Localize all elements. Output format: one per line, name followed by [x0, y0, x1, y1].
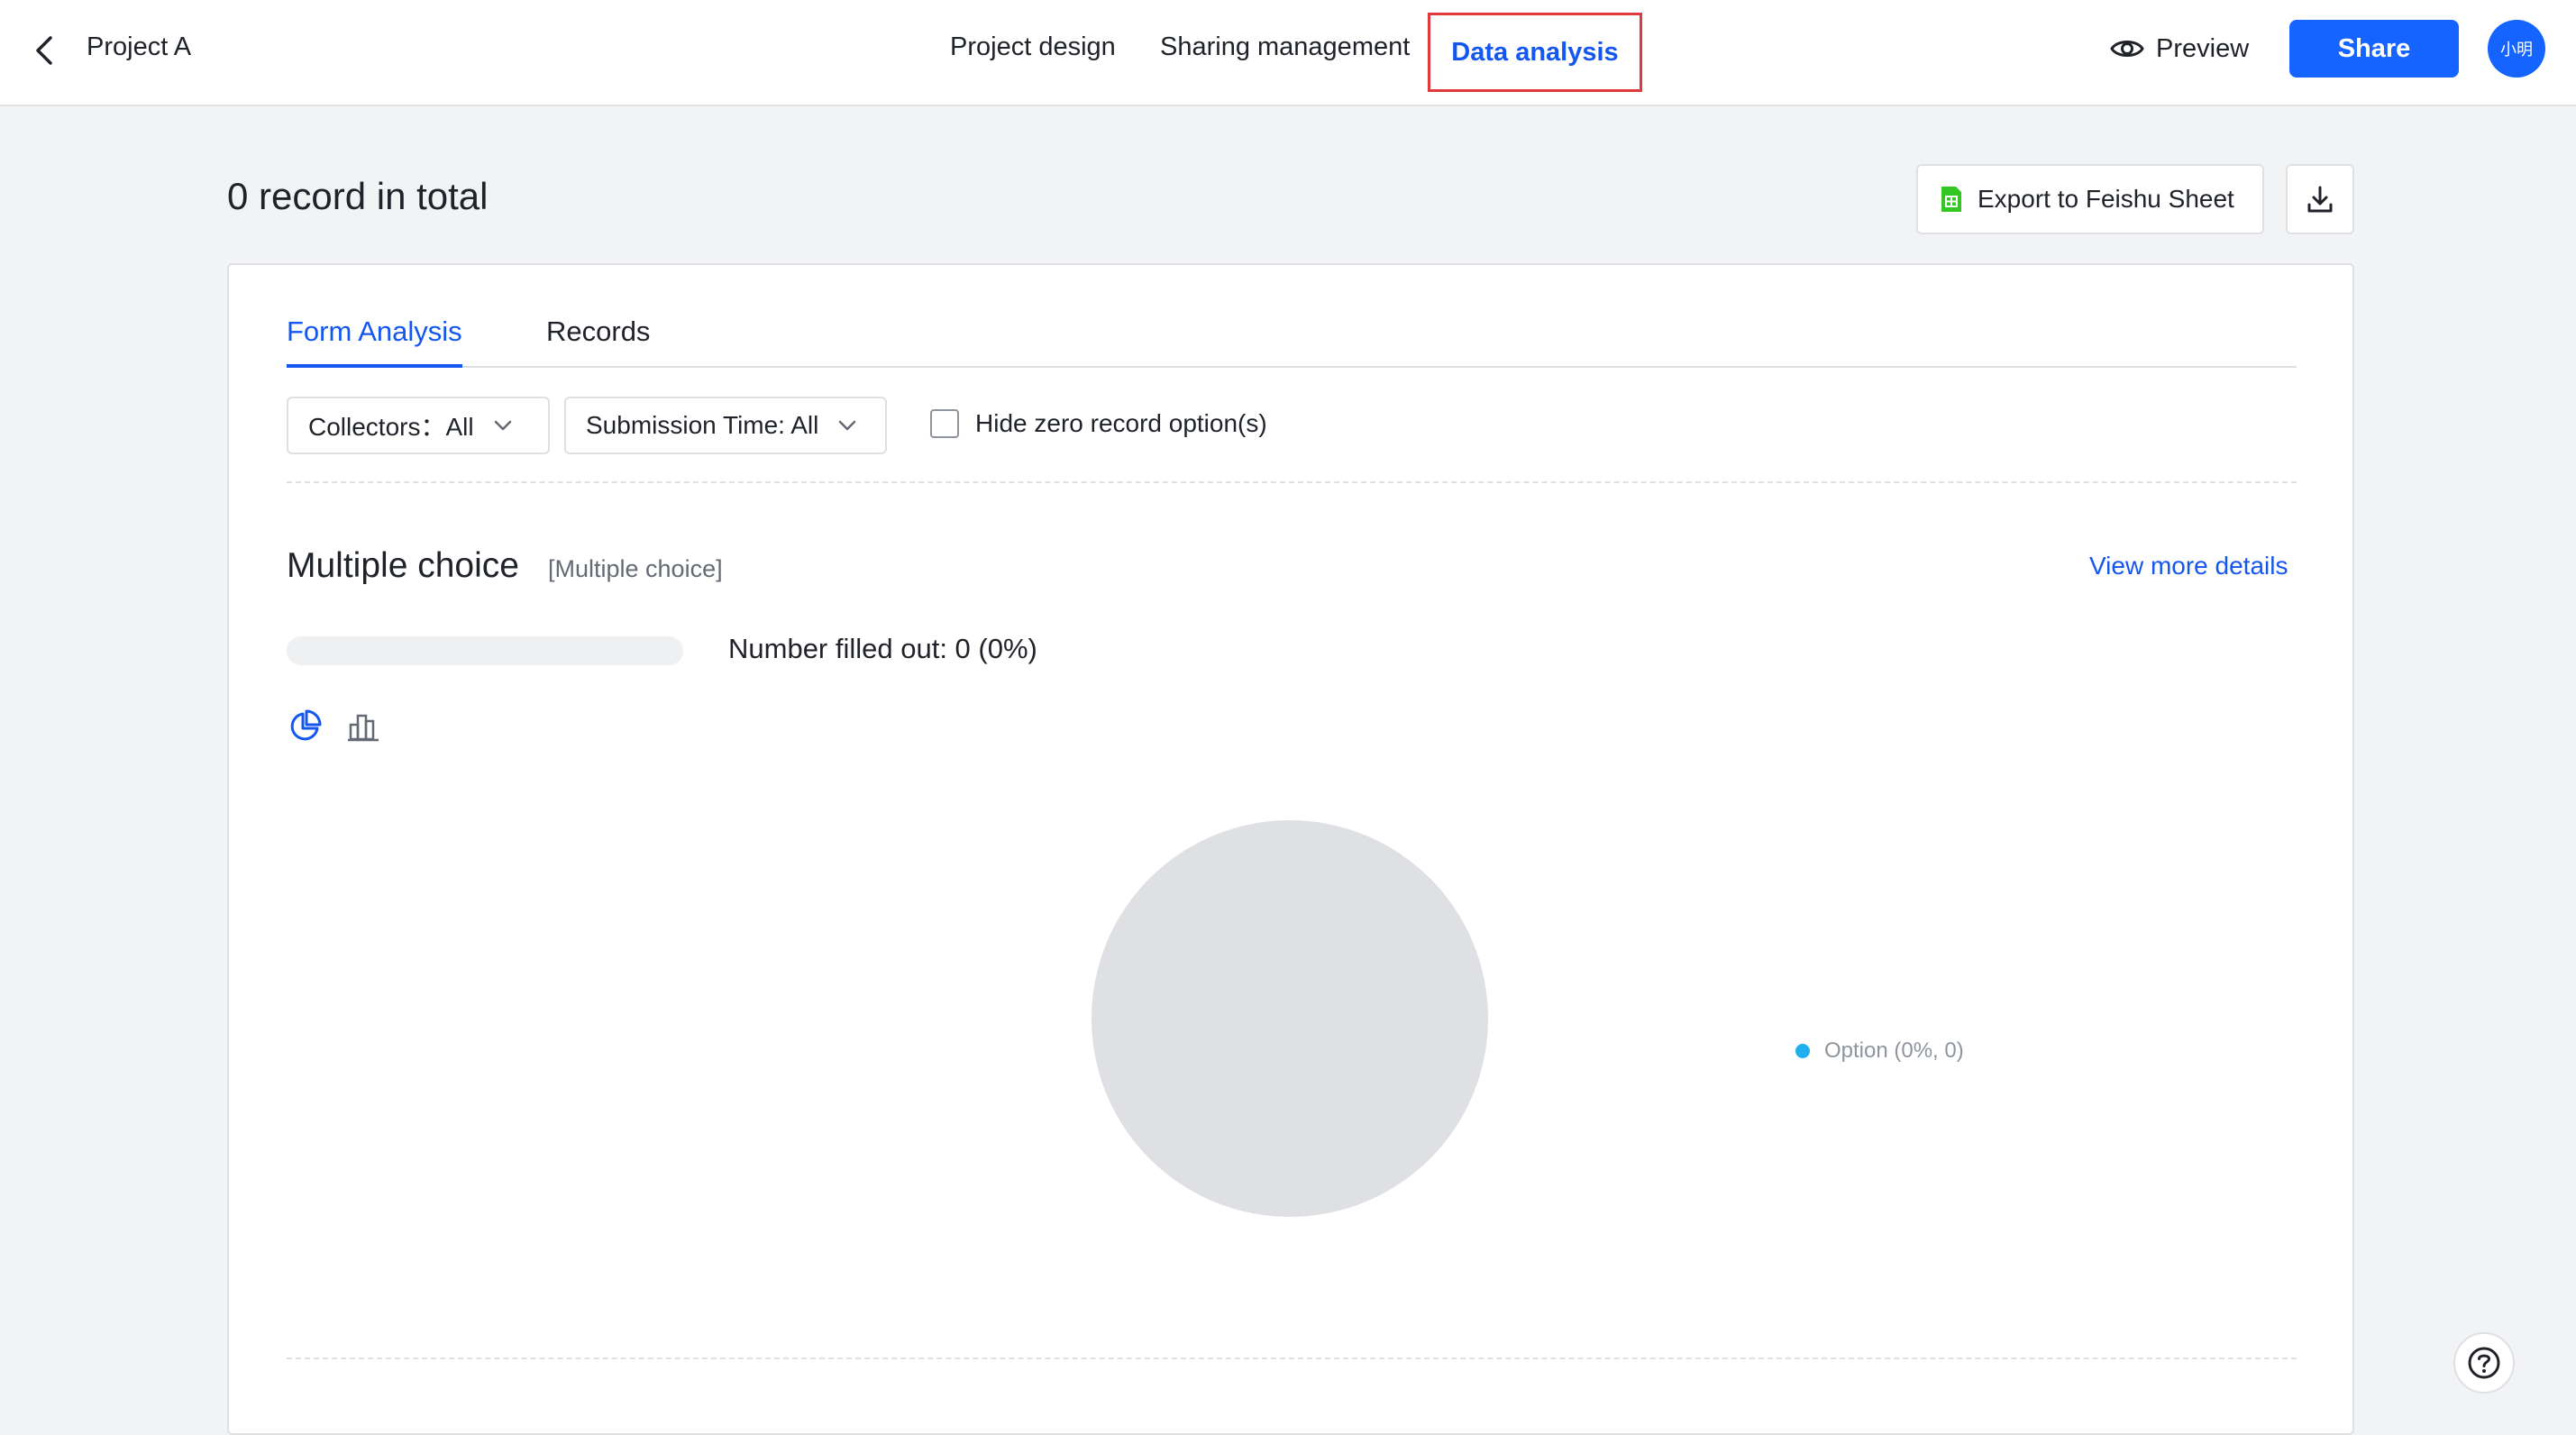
chevron-down-icon: [839, 420, 856, 431]
tab-sharing-management[interactable]: Sharing management: [1160, 32, 1410, 62]
hide-zero-option: Hide zero record option(s): [930, 409, 1267, 438]
legend-dot: [1795, 1044, 1810, 1058]
pie-chart-icon: [290, 709, 322, 741]
pie-chart: [1092, 820, 1488, 1217]
hide-zero-checkbox[interactable]: [930, 409, 959, 438]
chart-legend: Option (0%, 0): [1795, 1038, 1964, 1064]
pie-chart-toggle[interactable]: [287, 708, 323, 745]
submission-time-dropdown[interactable]: Submission Time: All: [564, 397, 887, 454]
avatar[interactable]: 小明: [2488, 20, 2545, 78]
download-icon: [2307, 186, 2333, 213]
tab-data-analysis[interactable]: Data analysis: [1428, 13, 1642, 92]
tab-form-analysis[interactable]: Form Analysis: [287, 315, 462, 368]
export-label: Export to Feishu Sheet: [1978, 185, 2234, 213]
question-icon: [2468, 1347, 2500, 1379]
analysis-card: Form Analysis Records Collectors：All Sub…: [227, 263, 2354, 1435]
divider: [287, 481, 2297, 483]
analysis-tabs: Form Analysis Records: [287, 315, 2297, 368]
help-button[interactable]: [2453, 1332, 2515, 1394]
download-button[interactable]: [2286, 164, 2354, 234]
tab-records[interactable]: Records: [546, 315, 650, 368]
collectors-value: Collectors：All: [308, 413, 474, 441]
tab-project-design[interactable]: Project design: [950, 32, 1116, 62]
collectors-dropdown[interactable]: Collectors：All: [287, 397, 550, 454]
number-filled-text: Number filled out: 0 (0%): [728, 633, 1037, 664]
chevron-left-icon: [36, 36, 52, 65]
bar-chart-icon: [348, 714, 379, 742]
hide-zero-label: Hide zero record option(s): [975, 409, 1267, 437]
eye-icon: [2110, 41, 2144, 57]
divider: [287, 1357, 2297, 1359]
page-title: 0 record in total: [227, 175, 489, 217]
project-title: Project A: [87, 32, 192, 61]
export-to-sheet-button[interactable]: Export to Feishu Sheet: [1916, 164, 2264, 234]
fill-rate-bar: [287, 636, 683, 665]
back-button[interactable]: [27, 31, 67, 70]
question-title: Multiple choice: [287, 546, 519, 585]
preview-label: Preview: [2156, 33, 2250, 63]
preview-button[interactable]: Preview: [2109, 29, 2249, 69]
chevron-down-icon: [494, 420, 511, 431]
tab-data-analysis-label: Data analysis: [1451, 37, 1619, 67]
spreadsheet-icon: [1941, 187, 1961, 212]
submission-time-value: Submission Time: All: [586, 411, 819, 439]
legend-item: Option (0%, 0): [1824, 1038, 1964, 1063]
pie-empty-disc: [1092, 820, 1488, 1217]
question-type-tag: [Multiple choice]: [548, 555, 723, 582]
bar-chart-toggle[interactable]: [346, 708, 382, 745]
top-bar: Project A Project design Sharing managem…: [0, 0, 2576, 106]
share-button[interactable]: Share: [2289, 20, 2459, 78]
view-more-details-link[interactable]: View more details: [2089, 552, 2288, 580]
